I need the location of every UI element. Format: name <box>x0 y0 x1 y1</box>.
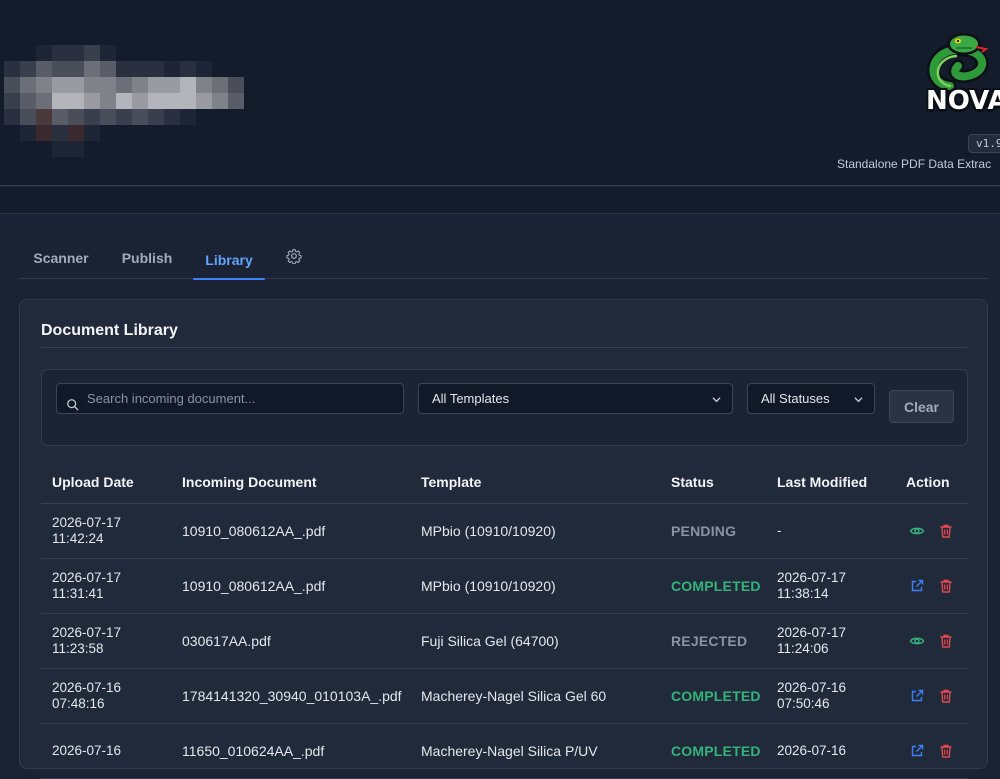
upload-date: 2026-07-16 <box>52 743 122 758</box>
status-badge: PENDING <box>671 523 737 539</box>
modified-date: - <box>777 523 782 538</box>
redacted-logo <box>4 45 244 163</box>
brand-name: NOVA <box>926 86 1000 116</box>
tab-bar: Scanner Publish Library <box>19 236 988 280</box>
app-header: NOVA v1.9 Standalone PDF Data Extrac <box>0 0 1000 186</box>
template-name: Macherey-Nagel Silica Gel 60 <box>421 688 607 704</box>
template-name: Fuji Silica Gel (64700) <box>421 633 559 649</box>
external-link-icon[interactable] <box>909 688 925 704</box>
panel-title: Document Library <box>41 322 178 339</box>
last-modified-cell: 2026-07-17 11:38:14 <box>777 559 846 613</box>
trash-icon[interactable] <box>938 578 954 594</box>
table-row: 2026-07-16 07:48:16 1784141320_30940_01010… <box>41 669 968 724</box>
column-header[interactable]: Last Modified <box>777 460 867 504</box>
last-modified-cell: - <box>777 504 782 558</box>
upload-time: 11:42:24 <box>52 531 104 546</box>
column-header[interactable]: Upload Date <box>52 460 134 504</box>
divider <box>41 347 967 348</box>
upload-time: 11:31:41 <box>52 586 104 601</box>
search-input[interactable] <box>87 384 397 413</box>
modified-time: 07:50:46 <box>777 696 830 711</box>
last-modified-cell: 2026-07-16 <box>777 724 846 778</box>
template-name: MPbio (10910/10920) <box>421 523 556 539</box>
tab-settings[interactable] <box>283 236 305 279</box>
status-badge: COMPLETED <box>671 743 761 759</box>
trash-icon[interactable] <box>938 743 954 759</box>
eye-icon[interactable] <box>909 633 925 649</box>
trash-icon[interactable] <box>938 633 954 649</box>
document-name: 10910_080612AA_.pdf <box>182 578 326 594</box>
search-icon <box>67 399 79 411</box>
modified-time: 11:24:06 <box>777 641 829 656</box>
header-strip <box>0 187 1000 214</box>
tab-library[interactable]: Library <box>193 240 265 280</box>
modified-time: 11:38:14 <box>777 586 829 601</box>
chevron-down-icon <box>712 397 721 403</box>
upload-date-cell: 2026-07-17 11:23:58 <box>52 614 121 668</box>
upload-date: 2026-07-17 <box>52 625 122 640</box>
external-link-icon[interactable] <box>909 743 925 759</box>
app-subtitle: Standalone PDF Data Extrac <box>837 157 992 171</box>
modified-date: 2026-07-17 <box>777 570 847 585</box>
upload-date-cell: 2026-07-17 11:42:24 <box>52 504 121 558</box>
gear-icon <box>286 248 302 264</box>
trash-icon[interactable] <box>938 523 954 539</box>
upload-date: 2026-07-16 <box>52 680 122 695</box>
status-select[interactable]: All Statuses <box>747 383 875 414</box>
column-header[interactable]: Status <box>671 460 714 504</box>
clear-button[interactable]: Clear <box>889 390 954 423</box>
external-link-icon[interactable] <box>909 578 925 594</box>
last-modified-cell: 2026-07-17 11:24:06 <box>777 614 846 668</box>
modified-date: 2026-07-16 <box>777 680 847 695</box>
status-badge: COMPLETED <box>671 578 761 594</box>
template-select-value: All Templates <box>432 391 510 406</box>
modified-date: 2026-07-16 <box>777 743 847 758</box>
trash-icon[interactable] <box>938 688 954 704</box>
upload-date-cell: 2026-07-16 07:48:16 <box>52 669 121 723</box>
table-header: Upload Date Incoming Document Template S… <box>41 460 968 504</box>
upload-date: 2026-07-17 <box>52 515 122 530</box>
document-name: 10910_080612AA_.pdf <box>182 523 326 539</box>
tab-scanner[interactable]: Scanner <box>33 236 89 279</box>
documents-table: Upload Date Incoming Document Template S… <box>41 460 968 779</box>
status-select-value: All Statuses <box>761 391 830 406</box>
table-row: 2026-07-17 11:42:24 10910_080612AA_.pdf MPb… <box>41 504 968 559</box>
filter-bar: All Templates All Statuses Clear <box>41 369 968 446</box>
upload-date-cell: 2026-07-17 11:31:41 <box>52 559 121 613</box>
document-name: 11650_010624AA_.pdf <box>182 743 325 759</box>
template-name: Macherey-Nagel Silica P/UV <box>421 743 598 759</box>
search-box[interactable] <box>56 383 404 414</box>
document-name: 1784141320_30940_010103A_.pdf <box>182 688 402 704</box>
eye-icon[interactable] <box>909 523 925 539</box>
upload-date: 2026-07-17 <box>52 570 122 585</box>
document-library-panel: Document Library All Templates All Statu… <box>19 299 988 779</box>
template-select[interactable]: All Templates <box>418 383 733 414</box>
upload-time: 11:23:58 <box>52 641 104 656</box>
column-header[interactable]: Action <box>906 460 950 504</box>
table-body: 2026-07-17 11:42:24 10910_080612AA_.pdf MPb… <box>41 504 968 779</box>
document-name: 030617AA.pdf <box>182 633 271 649</box>
table-row: 2026-07-17 11:23:58 030617AA.pdf Fuji Silic… <box>41 614 968 669</box>
upload-date-cell: 2026-07-16 <box>52 724 121 778</box>
status-badge: REJECTED <box>671 633 748 649</box>
table-row: 2026-07-17 11:31:41 10910_080612AA_.pdf MPb… <box>41 559 968 614</box>
table-row: 2026-07-16 11650_010624AA_.pdf Macherey-Na… <box>41 724 968 779</box>
status-badge: COMPLETED <box>671 688 761 704</box>
upload-time: 07:48:16 <box>52 696 105 711</box>
last-modified-cell: 2026-07-16 07:50:46 <box>777 669 846 723</box>
tab-publish[interactable]: Publish <box>119 236 175 279</box>
chevron-down-icon <box>854 397 863 403</box>
column-header[interactable]: Incoming Document <box>182 460 317 504</box>
template-name: MPbio (10910/10920) <box>421 578 556 594</box>
version-badge: v1.9 <box>968 134 1000 153</box>
modified-date: 2026-07-17 <box>777 625 847 640</box>
column-header[interactable]: Template <box>421 460 481 504</box>
